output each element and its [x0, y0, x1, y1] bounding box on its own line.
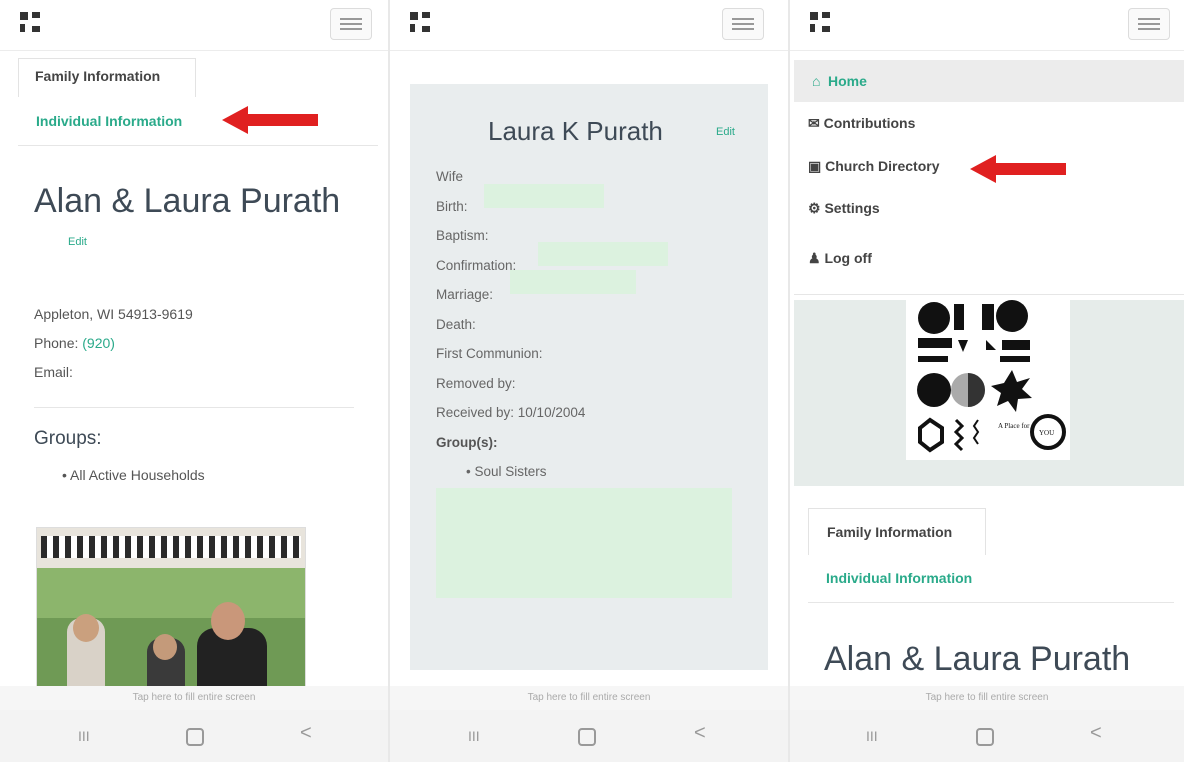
menu-item-settings[interactable]: ⚙ Settings: [808, 200, 880, 217]
tab-individual-info[interactable]: Individual Information: [36, 113, 182, 129]
removed-by-field: Removed by:: [436, 375, 516, 391]
badge-text-a: A Place for: [998, 422, 1030, 430]
individual-card: Laura K Purath Edit Wife Birth: Baptism:…: [410, 84, 768, 670]
hamburger-menu-button[interactable]: [722, 8, 764, 40]
email-label: Email:: [34, 364, 73, 380]
recent-apps-button[interactable]: III: [866, 728, 878, 744]
menu-item-church-directory[interactable]: ▣ Church Directory: [808, 158, 939, 175]
android-nav-bar: III <: [0, 710, 388, 762]
menu-settings-label: Settings: [824, 200, 880, 216]
tab-family-info[interactable]: Family Information: [808, 508, 986, 555]
menu-contributions-label: Contributions: [823, 115, 916, 131]
camera-icon: ▣: [808, 158, 822, 174]
edit-link[interactable]: Edit: [68, 236, 87, 248]
envelope-icon: ✉: [808, 115, 820, 131]
family-name-heading: Alan & Laura Purath: [824, 640, 1131, 678]
menu-logoff-label: Log off: [824, 250, 872, 266]
fields-list: Wife Birth: Baptism: Confirmation: Marri…: [436, 162, 585, 487]
menu-item-home[interactable]: ⌂ Home: [794, 60, 1184, 102]
top-bar: [0, 0, 388, 51]
group-list-item: • Soul Sisters: [466, 464, 547, 479]
back-nav-button[interactable]: <: [694, 722, 706, 745]
gear-icon: ⚙: [808, 200, 821, 216]
red-arrow-annotation: [222, 106, 318, 134]
phone-link[interactable]: (920): [82, 335, 115, 351]
divider: [18, 145, 378, 146]
received-by-field: Received by: 10/10/2004: [436, 405, 586, 420]
redaction-block: [484, 184, 604, 208]
home-nav-button[interactable]: [578, 728, 596, 746]
divider: [808, 602, 1174, 603]
user-icon: ♟: [808, 250, 821, 266]
hamburger-menu-button[interactable]: [330, 8, 372, 40]
redaction-block: [436, 488, 732, 598]
address-text: Appleton, WI 54913-9619: [34, 306, 193, 322]
android-nav-bar: III <: [390, 710, 788, 762]
recent-apps-button[interactable]: III: [78, 728, 90, 744]
death-field: Death:: [436, 316, 476, 332]
redaction-block: [510, 270, 636, 294]
group-list-item: • All Active Households: [62, 467, 205, 483]
tab-family-label: Family Information: [827, 524, 953, 540]
phone-label: Phone:: [34, 335, 79, 351]
home-icon: ⌂: [812, 73, 821, 89]
group-name: Soul Sisters: [474, 464, 547, 479]
person-name-heading: Laura K Purath: [488, 116, 663, 146]
fill-screen-hint[interactable]: Tap here to fill entire screen: [390, 686, 788, 710]
panel-family-info: Family Information Individual Informatio…: [0, 0, 388, 762]
fill-screen-hint[interactable]: Tap here to fill entire screen: [0, 686, 388, 710]
church-logo-icon: [810, 12, 830, 32]
groups-heading: Groups:: [34, 428, 102, 449]
menu-home-label: Home: [828, 73, 867, 89]
banner: A Place for YOU: [794, 300, 1184, 486]
family-photo: [36, 527, 306, 689]
divider: [794, 294, 1184, 295]
badge-text-b: YOU: [1039, 429, 1054, 437]
panel-individual-info: Laura K Purath Edit Wife Birth: Baptism:…: [390, 0, 788, 762]
church-logo-icon: [20, 12, 40, 32]
back-nav-button[interactable]: <: [300, 722, 312, 745]
fill-screen-hint[interactable]: Tap here to fill entire screen: [790, 686, 1184, 710]
recent-apps-button[interactable]: III: [468, 728, 480, 744]
family-name-heading: Alan & Laura Purath: [34, 182, 341, 220]
badge-graphic: A Place for YOU: [906, 300, 1070, 460]
church-logo-icon: [410, 12, 430, 32]
first-communion-field: First Communion:: [436, 346, 543, 361]
back-nav-button[interactable]: <: [1090, 722, 1102, 745]
top-bar: [790, 0, 1184, 51]
group-name: All Active Households: [70, 467, 205, 483]
groups-label: Group(s):: [436, 434, 498, 450]
tab-family-label: Family Information: [35, 68, 161, 84]
menu-directory-label: Church Directory: [825, 158, 940, 174]
divider: [34, 407, 354, 408]
tab-individual-info[interactable]: Individual Information: [826, 570, 972, 586]
edit-link[interactable]: Edit: [716, 126, 735, 138]
redaction-block: [538, 242, 668, 266]
tab-family-info[interactable]: Family Information: [18, 58, 196, 97]
home-nav-button[interactable]: [186, 728, 204, 746]
menu-item-logoff[interactable]: ♟ Log off: [808, 250, 872, 267]
hamburger-menu-button[interactable]: [1128, 8, 1170, 40]
red-arrow-annotation: [970, 155, 1066, 183]
android-nav-bar: III <: [790, 710, 1184, 762]
menu-item-contributions[interactable]: ✉ Contributions: [808, 115, 915, 132]
panel-menu-open: ⌂ Home ✉ Contributions ▣ Church Director…: [790, 0, 1184, 762]
phone-row: Phone: (920): [34, 335, 115, 351]
home-nav-button[interactable]: [976, 728, 994, 746]
top-bar: [390, 0, 788, 51]
